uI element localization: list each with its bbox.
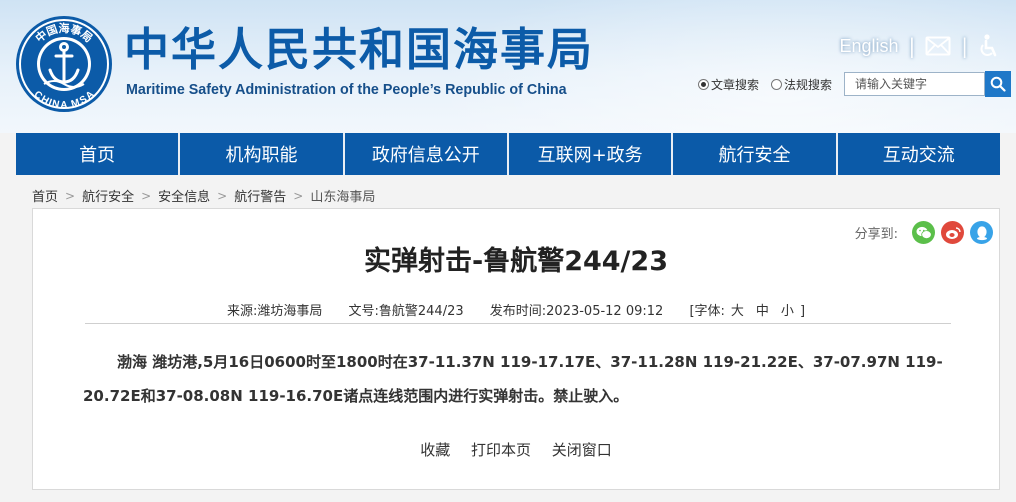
nav-item-nav-safety[interactable]: 航行安全 [673,133,838,175]
article-body: 渤海 潍坊港,5月16日0600时至1800时在37-11.37N 119-17… [83,353,943,405]
breadcrumb-safety-info[interactable]: 安全信息 [158,186,210,205]
accessibility-icon[interactable] [978,34,1000,58]
search-input[interactable] [844,72,986,96]
article-title: 实弹射击-鲁航警244/23 [363,246,668,277]
nav-item-functions[interactable]: 机构职能 [180,133,345,175]
search-icon [990,76,1006,92]
separator: | [908,34,916,58]
breadcrumb-nav-safety[interactable]: 航行安全 [82,186,134,205]
site-title-en: Maritime Safety Administration of the Pe… [126,82,567,98]
font-size-large[interactable]: 大 [731,304,744,319]
article-doc-number: 文号:鲁航警244/23 [348,304,464,319]
breadcrumb-separator: > [65,188,76,203]
radio-law-search[interactable]: 法规搜索 [771,76,832,93]
radio-article-search[interactable]: 文章搜索 [698,76,759,93]
article-publish-time: 发布时间:2023-05-12 09:12 [489,304,664,319]
article-actions: 收藏 打印本页 关闭窗口 [33,439,999,460]
font-size-medium[interactable]: 中 [756,304,769,319]
china-msa-logo[interactable]: 中国海事局 CHINA MSA [14,14,114,114]
article-meta: 来源:潍坊海事局 文号:鲁航警244/23 发布时间:2023-05-12 09… [33,300,999,319]
font-size-label-close: ] [799,304,806,319]
nav-item-internet-gov[interactable]: 互联网+政务 [509,133,674,175]
separator: | [961,34,968,58]
radio-dot [771,78,783,90]
breadcrumb-home[interactable]: 首页 [32,186,58,205]
breadcrumb: 首页 > 航行安全 > 安全信息 > 航行警告 > 山东海事局 [32,186,375,206]
search-button[interactable] [985,71,1012,97]
nav-item-interaction[interactable]: 互动交流 [838,133,1000,175]
top-links: English | | [839,34,1000,58]
nav-item-gov-info[interactable]: 政府信息公开 [345,133,509,175]
article-source: 来源:潍坊海事局 [226,304,323,319]
english-link[interactable]: English [839,36,898,57]
main-nav: 首页 机构职能 政府信息公开 互联网+政务 航行安全 互动交流 [16,133,1000,175]
breadcrumb-nav-warning[interactable]: 航行警告 [234,186,286,205]
close-window-link[interactable]: 关闭窗口 [552,441,612,459]
font-size-small[interactable]: 小 [781,304,794,319]
favorite-link[interactable]: 收藏 [420,441,450,459]
radio-dot-selected [698,78,709,90]
article-panel: 分享到: 实弹射击-鲁航警244/23 来源:潍坊海事局 文号:鲁航警244/2… [32,208,1000,490]
print-link[interactable]: 打印本页 [471,441,531,459]
font-size-label: [字体: [689,304,725,319]
site-header: 中国海事局 CHINA MSA 中华人民共和国海事局 Maritime Safe… [0,0,1016,133]
divider [85,323,951,324]
mail-icon[interactable] [925,36,951,56]
site-title-cn[interactable]: 中华人民共和国海事局 [124,24,594,76]
breadcrumb-separator: > [217,188,228,203]
breadcrumb-shandong-msa[interactable]: 山东海事局 [310,186,375,205]
radio-label: 文章搜索 [711,77,760,92]
breadcrumb-separator: > [141,188,152,203]
radio-label: 法规搜索 [784,77,833,92]
search-bar: 文章搜索 法规搜索 [698,71,1012,97]
nav-item-home[interactable]: 首页 [16,133,181,175]
breadcrumb-separator: > [293,188,304,203]
